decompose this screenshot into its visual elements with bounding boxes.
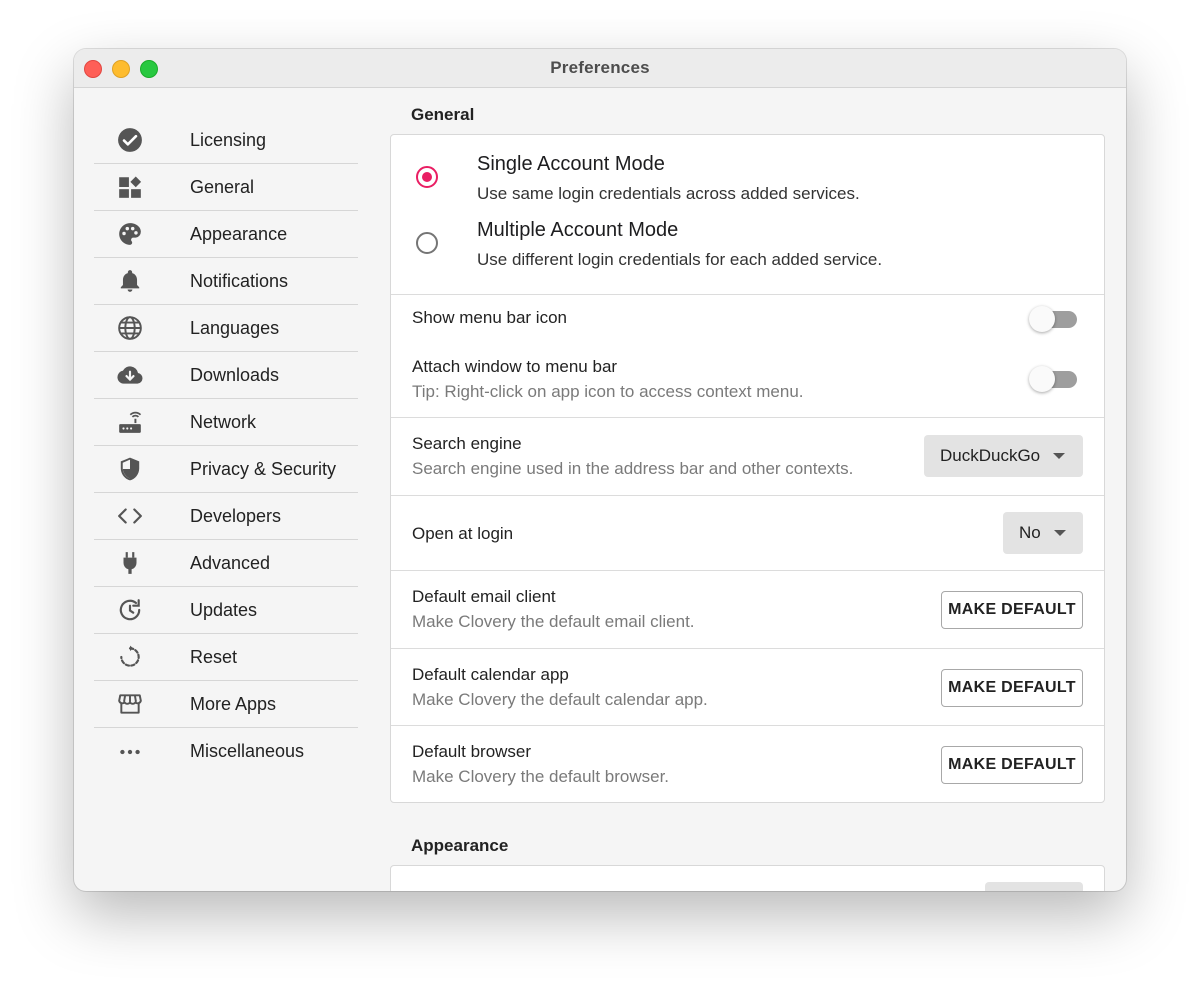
sidebar-item-more-apps[interactable]: More Apps — [94, 681, 358, 728]
store-icon — [94, 691, 166, 717]
sidebar-item-licensing[interactable]: Licensing — [94, 117, 358, 164]
make-default-browser-button[interactable]: MAKE DEFAULT — [941, 746, 1083, 784]
default-email-description: Make Clovery the default email client. — [412, 612, 695, 631]
default-calendar-row: Default calendar app Make Clovery the de… — [391, 649, 1104, 726]
sidebar-item-languages[interactable]: Languages — [94, 305, 358, 352]
show-menu-bar-icon-label: Show menu bar icon — [412, 308, 567, 327]
title-bar[interactable]: Preferences — [74, 49, 1126, 88]
close-window-button[interactable] — [84, 60, 102, 78]
sidebar-item-general[interactable]: General — [94, 164, 358, 211]
single-account-description: Use same login credentials across added … — [477, 184, 860, 203]
open-at-login-row: Open at login No — [391, 496, 1104, 571]
sidebar-item-notifications[interactable]: Notifications — [94, 258, 358, 305]
sidebar-item-updates[interactable]: Updates — [94, 587, 358, 634]
default-email-row: Default email client Make Clovery the de… — [391, 571, 1104, 649]
open-at-login-label: Open at login — [412, 524, 514, 543]
sidebar-item-label: Appearance — [190, 223, 288, 244]
maximize-window-button[interactable] — [140, 60, 158, 78]
palette-icon — [94, 221, 166, 247]
sidebar: Licensing General Appearance Notificatio… — [94, 117, 358, 775]
check-circle-icon — [94, 127, 166, 153]
general-settings-card: Single Account Mode Use same login crede… — [390, 134, 1105, 803]
sidebar-item-reset[interactable]: Reset — [94, 634, 358, 681]
multiple-account-description: Use different login credentials for each… — [477, 250, 883, 269]
open-at-login-select[interactable]: No — [1003, 512, 1083, 554]
sidebar-item-label: More Apps — [190, 693, 277, 714]
sidebar-item-label: General — [190, 176, 255, 197]
multiple-account-radio[interactable] — [416, 232, 438, 254]
default-email-label: Default email client — [412, 587, 556, 606]
sidebar-item-label: Miscellaneous — [190, 741, 305, 761]
menu-bar-settings-row: Show menu bar icon Attach window to menu… — [391, 295, 1104, 418]
appearance-settings-card — [390, 865, 1105, 891]
search-engine-label: Search engine — [412, 434, 522, 453]
attach-window-label: Attach window to menu bar — [412, 357, 618, 376]
caret-down-icon — [1053, 453, 1066, 459]
sidebar-item-label: Reset — [190, 646, 238, 667]
sidebar-item-label: Developers — [190, 505, 282, 526]
appearance-select[interactable] — [985, 882, 1083, 891]
search-engine-description: Search engine used in the address bar an… — [412, 459, 854, 478]
make-default-email-button[interactable]: MAKE DEFAULT — [941, 591, 1083, 629]
settings-content[interactable]: General Single Account Mode Use same log… — [390, 103, 1105, 891]
single-account-radio[interactable] — [416, 166, 438, 188]
caret-down-icon — [1053, 530, 1066, 536]
sidebar-item-label: Network — [190, 411, 257, 432]
sidebar-item-privacy-security[interactable]: Privacy & Security — [94, 446, 358, 493]
default-browser-description: Make Clovery the default browser. — [412, 767, 670, 786]
section-title-appearance: Appearance — [411, 836, 509, 855]
default-calendar-label: Default calendar app — [412, 665, 569, 684]
sidebar-item-label: Downloads — [190, 364, 280, 385]
show-menu-bar-icon-toggle[interactable] — [1029, 306, 1077, 332]
search-engine-row: Search engine Search engine used in the … — [391, 418, 1104, 496]
shield-icon — [94, 456, 166, 482]
reset-icon — [94, 644, 166, 670]
minimize-window-button[interactable] — [112, 60, 130, 78]
sidebar-item-label: Advanced — [190, 552, 271, 573]
plug-icon — [94, 550, 166, 576]
more-horizontal-icon — [94, 739, 166, 765]
default-browser-label: Default browser — [412, 742, 532, 761]
search-engine-value: DuckDuckGo — [940, 446, 1041, 465]
attach-window-tip: Tip: Right-click on app icon to access c… — [412, 382, 804, 401]
sidebar-item-miscellaneous[interactable]: Miscellaneous — [94, 728, 358, 775]
sidebar-item-developers[interactable]: Developers — [94, 493, 358, 540]
sidebar-item-network[interactable]: Network — [94, 399, 358, 446]
update-icon — [94, 597, 166, 623]
sidebar-item-advanced[interactable]: Advanced — [94, 540, 358, 587]
section-title-general: General — [411, 105, 475, 124]
window-controls — [84, 60, 158, 78]
make-default-calendar-button[interactable]: MAKE DEFAULT — [941, 669, 1083, 707]
globe-icon — [94, 315, 166, 341]
window-title: Preferences — [550, 58, 650, 77]
sidebar-item-appearance[interactable]: Appearance — [94, 211, 358, 258]
sidebar-item-label: Notifications — [190, 270, 289, 291]
default-calendar-description: Make Clovery the default calendar app. — [412, 690, 708, 709]
cloud-download-icon — [94, 362, 166, 388]
router-icon — [94, 409, 166, 435]
sidebar-item-label: Languages — [190, 317, 280, 338]
sidebar-item-label: Updates — [190, 599, 258, 620]
single-account-title: Single Account Mode — [477, 153, 665, 175]
sidebar-item-label: Licensing — [190, 129, 267, 150]
search-engine-select[interactable]: DuckDuckGo — [924, 435, 1083, 477]
dashboard-icon — [94, 174, 166, 200]
account-mode-group: Single Account Mode Use same login crede… — [391, 135, 1104, 295]
bell-icon — [94, 268, 166, 294]
open-at-login-value: No — [1019, 523, 1041, 542]
code-icon — [94, 503, 166, 529]
multiple-account-mode-option[interactable]: Multiple Account Mode Use different logi… — [391, 215, 1104, 275]
multiple-account-title: Multiple Account Mode — [477, 219, 679, 241]
sidebar-item-downloads[interactable]: Downloads — [94, 352, 358, 399]
attach-window-toggle[interactable] — [1029, 366, 1077, 392]
single-account-mode-option[interactable]: Single Account Mode Use same login crede… — [391, 149, 1104, 209]
default-browser-row: Default browser Make Clovery the default… — [391, 726, 1104, 802]
preferences-window: Preferences Licensing General Appearance — [74, 49, 1126, 891]
sidebar-item-label: Privacy & Security — [190, 458, 337, 479]
